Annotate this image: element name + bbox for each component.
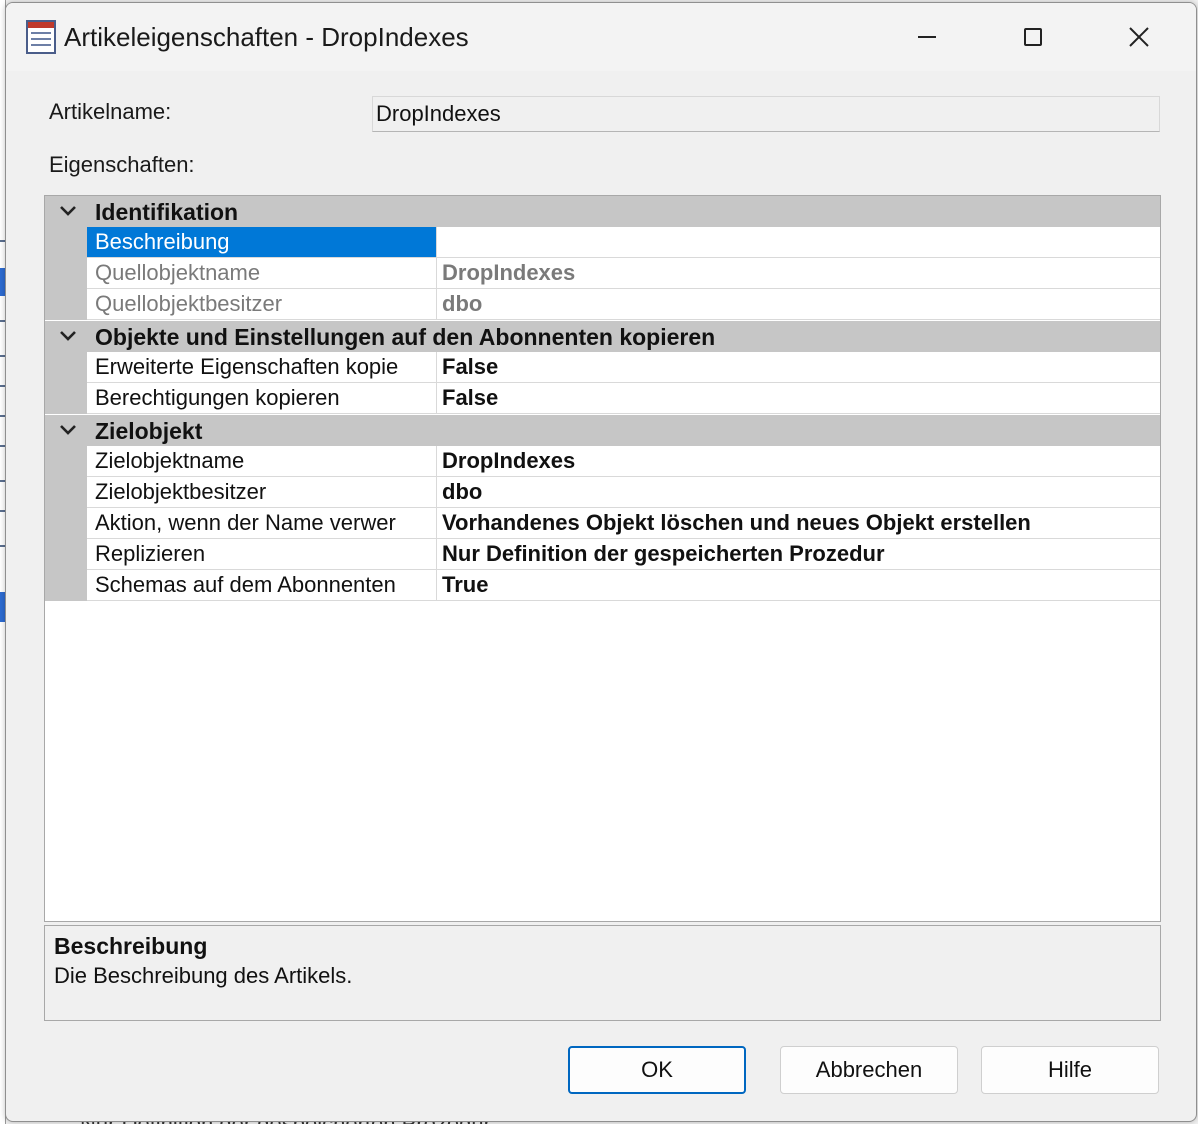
property-name[interactable]: Berechtigungen kopieren [87,383,437,414]
property-name[interactable]: Zielobjektbesitzer [87,477,437,508]
close-button[interactable] [1086,3,1192,71]
property-value[interactable]: False [437,383,1160,414]
property-row-zielobjektbesitzer[interactable]: Zielobjektbesitzer dbo [45,477,1160,508]
property-row-replizieren[interactable]: Replizieren Nur Definition der gespeiche… [45,539,1160,570]
minimize-icon [918,36,936,38]
property-value[interactable]: True [437,570,1160,601]
property-value[interactable]: dbo [437,477,1160,508]
close-icon [1129,27,1149,47]
category-objekte-kopieren[interactable]: Objekte und Einstellungen auf den Abonne… [45,321,1160,352]
category-label: Zielobjekt [95,418,203,444]
property-value[interactable]: Nur Definition der gespeicherten Prozedu… [437,539,1160,570]
property-name[interactable]: Beschreibung [87,227,437,258]
chevron-down-icon[interactable] [57,200,79,222]
property-value[interactable] [437,227,1160,258]
property-name[interactable]: Aktion, wenn der Name verwer [87,508,437,539]
property-grid[interactable]: Identifikation Beschreibung Quellobjektn… [44,195,1161,922]
property-name[interactable]: Quellobjektname [87,258,437,289]
property-row-aktion[interactable]: Aktion, wenn der Name verwer Vorhandenes… [45,508,1160,539]
property-row-quellobjektname[interactable]: Quellobjektname DropIndexes [45,258,1160,289]
category-zielobjekt[interactable]: Zielobjekt [45,415,1160,446]
property-row-erweiterte-eigenschaften[interactable]: Erweiterte Eigenschaften kopie False [45,352,1160,383]
property-row-schemas[interactable]: Schemas auf dem Abonnenten True [45,570,1160,601]
window-title: Artikeleigenschaften - DropIndexes [64,22,469,52]
minimize-button[interactable] [874,3,980,71]
property-row-zielobjektname[interactable]: Zielobjektname DropIndexes [45,446,1160,477]
property-value: DropIndexes [437,258,1160,289]
category-label: Identifikation [95,199,239,225]
category-label: Objekte und Einstellungen auf den Abonne… [95,324,716,350]
property-name[interactable]: Quellobjektbesitzer [87,289,437,320]
property-row-quellobjektbesitzer[interactable]: Quellobjektbesitzer dbo [45,289,1160,320]
property-name[interactable]: Schemas auf dem Abonnenten [87,570,437,601]
article-properties-dialog: Artikeleigenschaften - DropIndexes Artik… [5,2,1197,1122]
chevron-down-icon[interactable] [57,325,79,347]
property-value: dbo [437,289,1160,320]
property-name[interactable]: Replizieren [87,539,437,570]
description-text: Die Beschreibung des Artikels. [54,963,353,988]
title-bar[interactable]: Artikeleigenschaften - DropIndexes [6,3,1196,71]
article-name-label: Artikelname: [49,99,172,124]
maximize-button[interactable] [980,3,1086,71]
property-value[interactable]: Vorhandenes Objekt löschen und neues Obj… [437,508,1160,539]
chevron-down-icon[interactable] [57,419,79,441]
ok-button[interactable]: OK [568,1046,746,1094]
article-name-field[interactable]: DropIndexes [372,96,1160,132]
cancel-button[interactable]: Abbrechen [780,1046,958,1094]
table-icon [26,20,56,54]
properties-label: Eigenschaften: [49,152,195,177]
description-title: Beschreibung [54,933,208,959]
property-row-berechtigungen[interactable]: Berechtigungen kopieren False [45,383,1160,414]
category-identifikation[interactable]: Identifikation [45,196,1160,227]
property-name[interactable]: Erweiterte Eigenschaften kopie [87,352,437,383]
property-value[interactable]: False [437,352,1160,383]
property-row-beschreibung[interactable]: Beschreibung [45,227,1160,258]
property-value[interactable]: DropIndexes [437,446,1160,477]
description-panel: Beschreibung Die Beschreibung des Artike… [44,925,1161,1021]
maximize-icon [1024,28,1042,46]
property-name[interactable]: Zielobjektname [87,446,437,477]
help-button[interactable]: Hilfe [981,1046,1159,1094]
